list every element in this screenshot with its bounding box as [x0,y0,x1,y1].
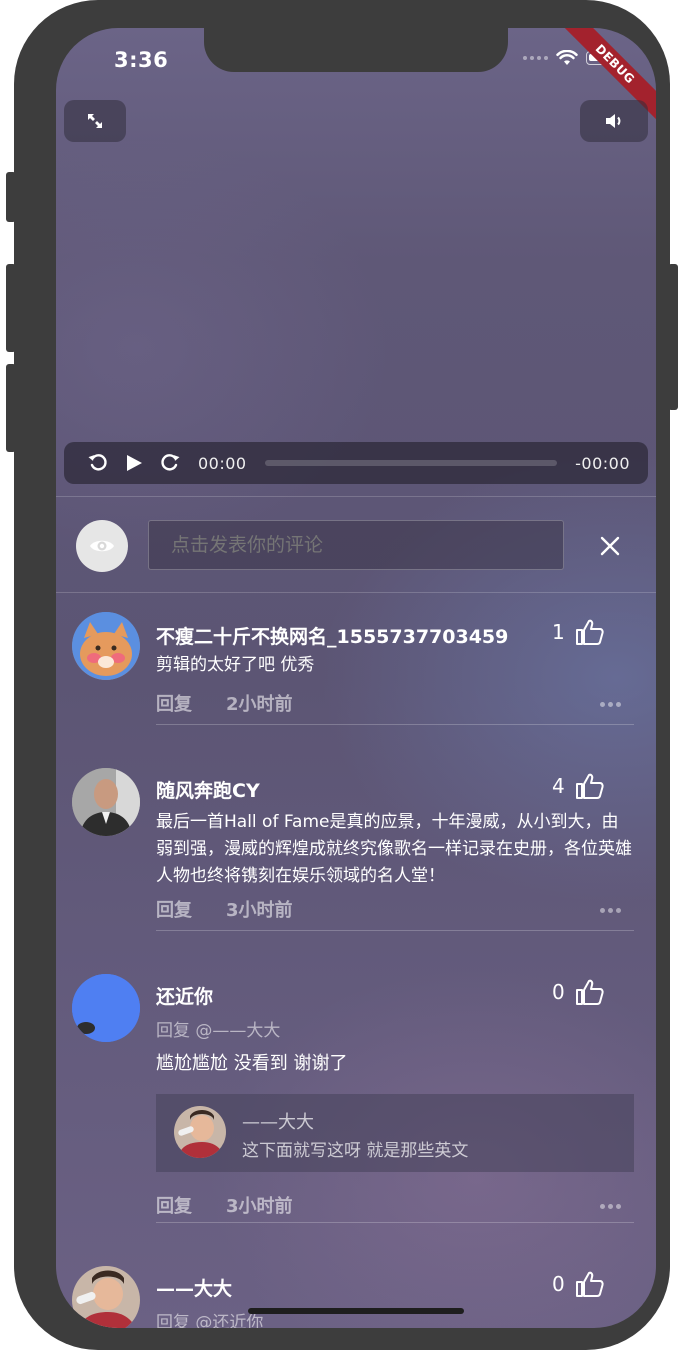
avatar[interactable] [72,768,140,836]
more-icon [600,1204,605,1209]
home-indicator[interactable] [248,1308,464,1314]
reply-button[interactable]: 回复 [156,690,192,716]
quoted-comment[interactable]: ——大大 这下面就写这呀 就是那些英文 [156,1094,634,1172]
like-button[interactable]: 1 [552,618,605,646]
notch [204,28,508,72]
like-count: 0 [552,1272,565,1296]
reply-button[interactable]: 回复 [156,1192,192,1218]
wifi-icon [556,50,578,65]
comment-time: 3小时前 [226,1196,293,1217]
comment-text: 最后一首Hall of Fame是真的应景，十年漫威，从小到大，由弱到强，漫威的… [156,812,632,886]
status-time: 3:36 [114,48,169,72]
side-button-mute [6,172,16,222]
rewind-icon [88,454,107,471]
cat-avatar-image [72,612,140,680]
comment-input[interactable] [148,520,564,570]
like-button[interactable]: 0 [552,978,605,1006]
comment-author[interactable]: 随风奔跑CY [156,776,260,803]
thumbs-up-icon [575,1271,604,1297]
comment-time: 2小时前 [226,694,293,715]
comment-meta: 回复 3小时前 [156,1192,293,1218]
like-count: 1 [552,620,565,644]
close-icon [600,536,620,556]
man-avatar-image [72,768,140,836]
comment-author[interactable]: ——大大 [156,1274,232,1301]
play-button[interactable] [120,449,148,477]
eye-toggle-button[interactable] [76,520,128,572]
more-button[interactable] [600,1204,621,1209]
comment-text: 剪辑的太好了吧 优秀 [156,655,315,675]
like-count: 4 [552,774,565,798]
comment-time: 3小时前 [226,900,293,921]
thumbs-up-icon [575,979,604,1005]
volume-icon [606,114,621,128]
quote-author: ——大大 [242,1112,314,1133]
side-button-volume-up [6,264,16,352]
side-button-volume-down [6,364,16,452]
divider [56,592,656,593]
side-button-power [668,264,678,410]
quote-avatar [174,1106,226,1158]
comment-author[interactable]: 还近你 [156,982,213,1009]
remaining-time: -00:00 [575,453,630,473]
current-time: 00:00 [198,453,247,473]
like-count: 0 [552,980,565,1004]
comment-meta: 回复 3小时前 [156,896,293,922]
child-avatar-image [174,1106,226,1158]
signal-icon [523,56,548,60]
reply-to-label[interactable]: 回复 @——大大 [156,1016,280,1041]
blue-avatar-image [72,974,140,1042]
comment-text: 尴尬尴尬 没看到 谢谢了 [156,1053,348,1074]
eye-icon [90,540,114,552]
volume-button[interactable] [580,100,648,142]
progress-slider[interactable] [264,460,558,466]
more-icon [600,702,605,707]
avatar[interactable] [72,612,140,680]
close-button[interactable] [594,530,626,562]
divider [156,724,634,725]
divider [56,496,656,497]
like-button[interactable]: 4 [552,772,605,800]
avatar[interactable] [72,1266,140,1328]
fullscreen-button[interactable] [64,100,126,142]
fullscreen-icon [88,114,102,128]
app-screen: 3:36 DEBUG 00:00 -00:00 点击发表你的评论 不瘦二十斤不换… [56,28,656,1328]
divider [156,1222,634,1223]
more-button[interactable] [600,908,621,913]
thumbs-up-icon [575,773,604,799]
comment-author[interactable]: 不瘦二十斤不换网名_1555737703459 [156,622,508,649]
play-icon [127,455,142,471]
divider [156,930,634,931]
player-control-bar: 00:00 -00:00 [64,442,648,484]
rewind-button[interactable] [84,449,112,477]
reply-button[interactable]: 回复 [156,896,192,922]
forward-icon [161,454,180,471]
child-avatar-image [72,1266,140,1328]
thumbs-up-icon [575,619,604,645]
forward-button[interactable] [156,449,184,477]
comment-meta: 回复 2小时前 [156,690,293,716]
quote-text: 这下面就写这呀 就是那些英文 [242,1141,469,1161]
more-button[interactable] [600,702,621,707]
avatar[interactable] [72,974,140,1042]
like-button[interactable]: 0 [552,1270,605,1298]
more-icon [600,908,605,913]
